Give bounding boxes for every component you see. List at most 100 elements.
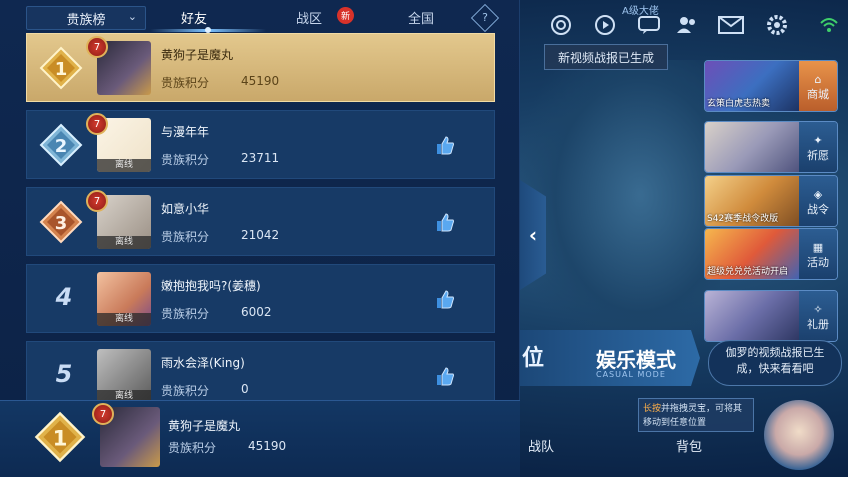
score-value: 21042 [241, 228, 280, 242]
ranked-mode-label[interactable]: 位 [522, 340, 544, 372]
bronze-rank-badge-icon: 3 [39, 200, 83, 244]
team-button[interactable]: 战队 [528, 436, 554, 455]
mail-icon[interactable] [718, 12, 744, 38]
player-name: 嫩抱抱我吗?(姜穗) [161, 279, 261, 293]
side-card-gift-book[interactable]: ✧ 礼册 [704, 290, 838, 342]
tab-region[interactable]: 战区 [296, 8, 322, 27]
side-card-caption: 玄策白虎志热卖 [707, 99, 771, 109]
diamond-icon: ✧ [813, 302, 823, 316]
player-name: 雨水会泽(King) [161, 356, 245, 370]
side-card-wish[interactable]: ✦ 祈愿 [704, 121, 838, 173]
like-thumbs-up-icon[interactable] [431, 131, 459, 159]
backpack-button[interactable]: 背包 [676, 436, 702, 455]
wish-button-label: 祈愿 [807, 148, 829, 162]
shop-icon: ⌂ [814, 72, 822, 86]
casual-mode-label[interactable]: 娱乐模式 [596, 344, 676, 373]
gift-book-button[interactable]: ✧ 礼册 [799, 291, 837, 341]
score-label: 贵族积分 [161, 76, 210, 90]
target-icon[interactable] [548, 12, 574, 38]
event-button-label: 活动 [807, 255, 829, 269]
wifi-signal-icon [816, 12, 842, 38]
chevron-left-icon: ‹ [528, 223, 538, 247]
tab-national[interactable]: 全国 [408, 8, 434, 27]
side-card-battle-pass[interactable]: S42赛季战令改版 ◈ 战令 [704, 175, 838, 227]
player-name: 如意小华 [161, 202, 210, 216]
self-rank-bar: 1 7 黄狗子是魔丸 贵族积分 45190 [0, 400, 520, 477]
calendar-icon: ▦ [812, 240, 824, 254]
active-tab-indicator [150, 27, 266, 33]
like-thumbs-up-icon[interactable] [431, 362, 459, 390]
score-value: 45190 [241, 74, 280, 88]
leaderboard-row[interactable]: 3 离线 7 如意小华 贵族积分 21042 [26, 187, 495, 256]
gift-book-banner-art [705, 291, 801, 341]
side-card-caption: S42赛季战令改版 [707, 214, 779, 224]
score-value: 0 [241, 382, 249, 396]
gold-rank-badge-icon: 1 [34, 411, 86, 463]
leaderboard-panel: 贵族榜 ⌄ 好友 战区 新 全国 ? 1 7 黄狗子是魔丸 贵族积分 45190… [0, 0, 520, 477]
svg-text:1: 1 [53, 426, 68, 451]
score-label: 贵族积分 [161, 153, 210, 167]
new-video-toast[interactable]: 新视频战报已生成 [544, 44, 668, 70]
offline-tag: 离线 [97, 159, 151, 172]
side-card-shop[interactable]: 玄策白虎志热卖 ⌂ 商城 [704, 60, 838, 112]
shop-button[interactable]: ⌂ 商城 [799, 61, 837, 111]
svg-text:1: 1 [55, 59, 68, 80]
score-label: 贵族积分 [161, 230, 210, 244]
score-label: 贵族积分 [161, 384, 210, 398]
settings-gear-icon[interactable] [764, 12, 790, 38]
player-name: 黄狗子是魔丸 [161, 48, 234, 62]
leaderboard-row[interactable]: 4 离线 嫩抱抱我吗?(姜穗) 贵族积分 6002 [26, 264, 495, 333]
star-icon: ✦ [813, 133, 823, 147]
offline-tag: 离线 [97, 313, 151, 326]
offline-tag: 离线 [97, 236, 151, 249]
collapse-panel-tab[interactable]: ‹ [520, 180, 546, 290]
like-thumbs-up-icon[interactable] [431, 285, 459, 313]
shop-button-label: 商城 [807, 87, 829, 101]
svg-text:3: 3 [55, 213, 68, 234]
player-name: 与漫年年 [161, 125, 210, 139]
chat-icon[interactable] [636, 12, 662, 38]
gold-rank-badge-icon: 1 [39, 46, 83, 90]
tab-friends[interactable]: 好友 [181, 8, 207, 27]
noble-level-badge: 7 [86, 190, 108, 212]
silver-rank-badge-icon: 2 [39, 123, 83, 167]
battle-pass-button[interactable]: ◈ 战令 [799, 176, 837, 226]
casual-mode-subtitle: CASUAL MODE [596, 370, 666, 379]
score-label: 贵族积分 [161, 307, 210, 321]
shield-icon: ◈ [813, 187, 823, 201]
leaderboard-row[interactable]: 2 离线 7 与漫年年 贵族积分 23711 [26, 110, 495, 179]
new-badge: 新 [337, 7, 354, 24]
side-card-event[interactable]: 超级兑兑兑活动开启 ▦ 活动 [704, 228, 838, 280]
event-button[interactable]: ▦ 活动 [799, 229, 837, 279]
leaderboard-row-self[interactable]: 1 7 黄狗子是魔丸 贵族积分 45190 [26, 33, 495, 102]
self-player-name: 黄狗子是魔丸 [168, 419, 241, 433]
rank-number: 5 [55, 360, 73, 388]
svg-text:2: 2 [55, 136, 68, 157]
spirit-pet-avatar[interactable] [764, 400, 834, 470]
chevron-down-icon: ⌄ [127, 10, 137, 23]
side-card-caption: 超级兑兑兑活动开启 [707, 267, 789, 277]
dropdown-label: 贵族榜 [66, 12, 106, 28]
wish-button[interactable]: ✦ 祈愿 [799, 122, 837, 172]
help-glyph: ? [482, 11, 488, 24]
help-icon[interactable]: ? [470, 3, 500, 33]
noble-level-badge: 7 [86, 113, 108, 135]
like-thumbs-up-icon[interactable] [431, 208, 459, 236]
rank-number: 4 [55, 283, 73, 311]
pet-drag-hint: 长按并拖拽灵宝，可将其移动到任意位置 [638, 398, 754, 432]
avatar[interactable]: 离线 [97, 272, 151, 326]
score-value: 6002 [241, 305, 272, 319]
self-score-label: 贵族积分 [168, 441, 217, 455]
avatar[interactable]: 离线 [97, 349, 151, 403]
leaderboard-type-dropdown[interactable]: 贵族榜 ⌄ [26, 6, 146, 30]
noble-level-badge: 7 [92, 403, 114, 425]
video-replay-icon[interactable] [592, 12, 618, 38]
hero-background-figure [520, 60, 720, 360]
battle-pass-button-label: 战令 [807, 202, 829, 216]
video-report-bubble[interactable]: 伽罗的视频战报已生成，快来看看吧 [708, 340, 842, 386]
friends-icon[interactable] [674, 12, 700, 38]
noble-level-badge: 7 [86, 36, 108, 58]
gift-book-button-label: 礼册 [807, 317, 829, 331]
self-score-value: 45190 [248, 439, 287, 453]
wish-banner-art [705, 122, 801, 172]
